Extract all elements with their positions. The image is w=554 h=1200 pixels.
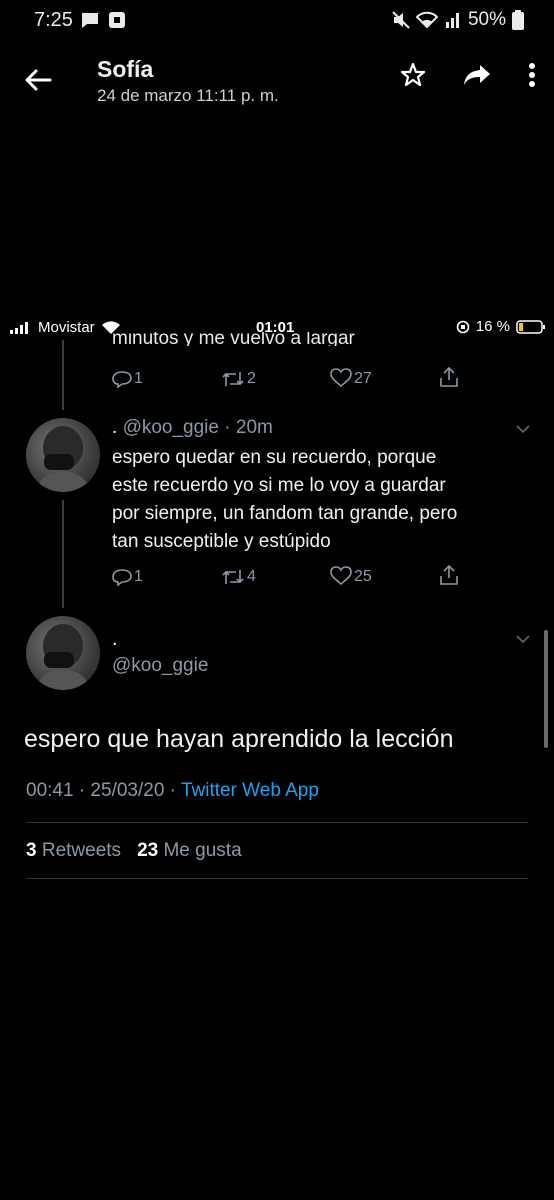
like-count: 27 <box>354 370 372 387</box>
share-tweet-icon <box>440 366 458 387</box>
scrollbar[interactable] <box>544 630 548 748</box>
avatar-image <box>36 624 90 690</box>
status-time: 7:25 <box>34 9 73 31</box>
display-name: . <box>112 417 118 438</box>
reply-button[interactable]: 1 <box>112 366 221 388</box>
orientation-lock-icon <box>456 320 470 333</box>
android-status-bar: 7:25 50% <box>0 0 554 44</box>
ios-battery-percent: 16 % <box>475 318 510 335</box>
more-vert-icon[interactable] <box>528 62 536 88</box>
retweet-button[interactable]: 4 <box>221 564 330 586</box>
signal-icon <box>10 321 28 334</box>
avatar-image <box>36 426 90 492</box>
back-arrow-icon[interactable] <box>22 64 54 96</box>
app-notification-icon <box>109 12 125 28</box>
retweet-button[interactable]: 2 <box>221 366 330 388</box>
carrier-name: Movistar <box>38 319 95 336</box>
divider <box>26 822 528 823</box>
message-header: Sofía 24 de marzo 11:11 p. m. <box>0 44 554 114</box>
retweet-icon <box>222 372 244 386</box>
handle[interactable]: @koo_ggie <box>123 417 219 438</box>
sender-name: Sofía <box>97 56 154 82</box>
share-tweet-button[interactable] <box>439 366 548 388</box>
clipped-tweet-text: minutos y me vuelvo a largar <box>112 332 355 346</box>
tweet-meta: 00:41 · 25/03/20 · Twitter Web App <box>26 780 319 802</box>
display-name: . <box>112 628 118 650</box>
reply-icon <box>112 569 132 586</box>
battery-icon <box>512 10 524 30</box>
share-tweet-icon <box>440 564 458 585</box>
like-button[interactable]: 27 <box>330 366 439 388</box>
signal-icon <box>445 13 459 28</box>
star-icon[interactable] <box>400 62 426 88</box>
chevron-down-icon[interactable] <box>516 632 530 646</box>
tweet-timestamp: 00:41 · 25/03/20 · <box>26 780 181 801</box>
retweets-stat[interactable]: 3 Retweets <box>26 840 121 862</box>
battery-percent: 50% <box>467 9 506 30</box>
reply-count: 1 <box>134 568 143 585</box>
avatar[interactable] <box>26 418 100 492</box>
reply-tweet-actions: 1 4 25 <box>112 564 548 586</box>
retweet-count: 4 <box>247 568 256 585</box>
divider <box>26 878 528 879</box>
message-notification-icon <box>82 13 98 28</box>
battery-icon <box>516 319 545 334</box>
like-button[interactable]: 25 <box>330 564 439 586</box>
main-tweet-text: espero que hayan aprendido la lección <box>24 725 454 753</box>
reply-tweet-header: . @koo_ggie · 20m <box>112 417 273 438</box>
reply-count: 1 <box>134 370 143 387</box>
chevron-down-icon[interactable] <box>516 422 530 436</box>
reply-tweet-text: espero quedar en su recuerdo, porque est… <box>112 447 458 552</box>
retweet-count: 2 <box>247 370 256 387</box>
share-icon[interactable] <box>462 63 492 87</box>
handle[interactable]: @koo_ggie <box>112 655 208 677</box>
tweet-source-link[interactable]: Twitter Web App <box>181 780 319 801</box>
mute-icon <box>392 11 410 29</box>
tweet-stats: 3 Retweets 23 Me gusta <box>26 840 242 862</box>
retweet-icon <box>222 570 244 584</box>
wifi-icon <box>415 11 438 29</box>
reply-icon <box>112 371 132 388</box>
like-icon <box>330 566 352 586</box>
reply-button[interactable]: 1 <box>112 564 221 586</box>
likes-stat[interactable]: 23 Me gusta <box>137 840 242 862</box>
tweet-age: 20m <box>235 417 273 438</box>
thread-line <box>62 340 64 410</box>
clipped-tweet-actions: 1 2 27 <box>112 366 548 388</box>
embedded-screenshot: Movistar 01:01 16 % minutos y me vuelvo … <box>0 310 554 910</box>
like-count: 25 <box>354 568 372 585</box>
message-date: 24 de marzo 11:11 p. m. <box>97 86 279 105</box>
avatar[interactable] <box>26 616 100 690</box>
like-icon <box>330 368 352 388</box>
thread-line <box>62 500 64 608</box>
share-tweet-button[interactable] <box>439 564 548 586</box>
